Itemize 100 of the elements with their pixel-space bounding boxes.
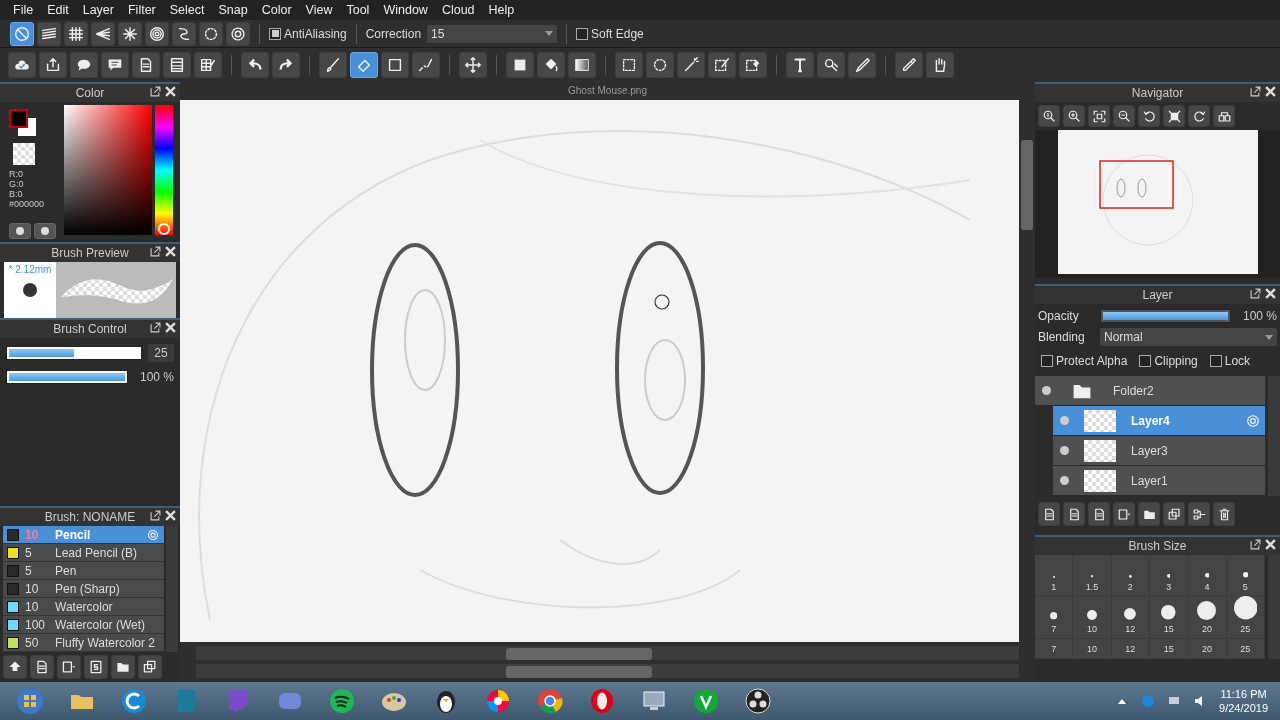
menu-item[interactable]: Edit bbox=[40, 0, 76, 20]
size-label: 15 bbox=[1163, 642, 1174, 656]
rgb-value: B:0 bbox=[8, 189, 24, 199]
clock-date[interactable]: 9/24/2019 bbox=[1219, 701, 1268, 715]
brush-size-cell[interactable]: 3 bbox=[1150, 555, 1189, 597]
size-label: 25 bbox=[1240, 642, 1251, 656]
size-label: 10 bbox=[1087, 642, 1097, 656]
brush-size: 10 bbox=[25, 580, 40, 598]
size-label: 15 bbox=[1163, 622, 1174, 636]
menu-item[interactable]: Window bbox=[376, 0, 435, 20]
field-label: Opacity bbox=[1038, 308, 1080, 325]
brush-size-cell[interactable]: 1 bbox=[1035, 555, 1074, 597]
correction-dropdown[interactable]: 15 bbox=[427, 24, 558, 43]
brush-size-cell[interactable]: 10 bbox=[1073, 597, 1112, 639]
checkbox-label: Lock bbox=[1224, 353, 1251, 370]
rgb-value: R:0 bbox=[8, 169, 24, 179]
brush-size-cell[interactable]: 5 bbox=[1226, 555, 1265, 597]
panel-title: Navigator bbox=[1131, 85, 1184, 102]
field-label: Correction bbox=[365, 25, 422, 43]
layer-name: Layer3 bbox=[1131, 442, 1169, 460]
panel-title: Brush Size bbox=[1128, 538, 1187, 555]
layer-row[interactable]: Layer1 bbox=[1053, 466, 1265, 496]
size-label: 12 bbox=[1125, 642, 1136, 656]
menu-item[interactable]: View bbox=[298, 0, 340, 20]
brush-name: Lead Pencil (B) bbox=[55, 544, 139, 562]
brush-size-text: * 2.12mm bbox=[8, 263, 52, 277]
menu-item[interactable]: Color bbox=[254, 0, 299, 20]
size-label: 25 bbox=[1240, 622, 1251, 636]
brush-size-cell[interactable]: 4 bbox=[1188, 555, 1227, 597]
panel-title: Brush Control bbox=[53, 321, 127, 338]
brush-size: 5 bbox=[25, 544, 33, 562]
brush-item[interactable]: 5 Lead Pencil (B) bbox=[3, 544, 164, 562]
size-label: 1 bbox=[1051, 580, 1057, 594]
size-label: 20 bbox=[1201, 622, 1212, 636]
field-label: Blending bbox=[1038, 329, 1086, 346]
size-label: 5 bbox=[1242, 580, 1248, 594]
menu-item[interactable]: Tool bbox=[339, 0, 377, 20]
brush-size: 10 bbox=[25, 598, 40, 616]
document-tab[interactable]: Ghost Mouse.png bbox=[180, 82, 1035, 100]
brush-item[interactable]: 100 Watercolor (Wet) bbox=[3, 616, 164, 634]
brush-size-cell[interactable]: 15 bbox=[1150, 639, 1189, 659]
brush-size-cell[interactable]: 7 bbox=[1035, 597, 1074, 639]
brush-size-cell[interactable]: 2 bbox=[1111, 555, 1150, 597]
blending-dropdown[interactable]: Normal bbox=[1100, 328, 1277, 346]
brush-size: 10 bbox=[25, 526, 40, 544]
size-label: 20 bbox=[1201, 642, 1212, 656]
brush-size: 5 bbox=[25, 562, 33, 580]
clock-time[interactable]: 11:16 PM bbox=[1219, 687, 1268, 701]
brush-name: Pen (Sharp) bbox=[55, 580, 121, 598]
rgb-value: G:0 bbox=[8, 179, 25, 189]
brush-size-cell[interactable]: 12 bbox=[1111, 597, 1150, 639]
brush-item[interactable]: 10 Watercolor bbox=[3, 598, 164, 616]
hex-value: #000000 bbox=[8, 199, 46, 209]
size-label: 7 bbox=[1051, 622, 1057, 636]
brush-size-cell[interactable]: 15 bbox=[1150, 597, 1189, 639]
slider-value: 100 % bbox=[1241, 308, 1277, 325]
brush-size-cell[interactable]: 7 bbox=[1035, 639, 1074, 659]
brush-item[interactable]: 50 Fluffy Watercolor 2 bbox=[3, 634, 164, 652]
brush-name: Pencil bbox=[55, 526, 92, 544]
panel-title: Color bbox=[75, 85, 105, 102]
brush-size-cell[interactable]: 10 bbox=[1073, 639, 1112, 659]
brush-size: 50 bbox=[25, 634, 40, 652]
checkbox-label: AntiAliasing bbox=[284, 25, 347, 43]
checkbox-label: Clipping bbox=[1154, 353, 1198, 370]
menu-item[interactable]: Help bbox=[481, 0, 522, 20]
brush-item[interactable]: 5 Pen bbox=[3, 562, 164, 580]
size-label: 7 bbox=[1051, 642, 1057, 656]
layer-name: Folder2 bbox=[1113, 382, 1155, 400]
brush-size-cell[interactable]: 20 bbox=[1188, 639, 1227, 659]
size-label: 3 bbox=[1166, 580, 1172, 594]
brush-name: Fluffy Watercolor 2 bbox=[55, 634, 157, 652]
panel-title: Brush Preview bbox=[51, 245, 129, 262]
size-label: 1.5 bbox=[1085, 580, 1099, 594]
slider-value: 25 bbox=[148, 344, 174, 362]
brush-size-cell[interactable]: 25 bbox=[1226, 639, 1265, 659]
size-label: 12 bbox=[1125, 622, 1136, 636]
brush-name: Pen bbox=[55, 562, 78, 580]
menu-item[interactable]: Cloud bbox=[434, 0, 482, 20]
layer-name: Layer1 bbox=[1131, 472, 1169, 490]
brush-size-cell[interactable]: 25 bbox=[1226, 597, 1265, 639]
brush-size-cell[interactable]: 12 bbox=[1111, 639, 1150, 659]
size-label: 10 bbox=[1087, 622, 1097, 636]
brush-item[interactable]: 10 Pen (Sharp) bbox=[3, 580, 164, 598]
layer-name: Layer4 bbox=[1131, 412, 1171, 430]
menu-item[interactable]: Select bbox=[162, 0, 212, 20]
brush-name: Watercolor bbox=[55, 598, 114, 616]
menu-item[interactable]: Layer bbox=[75, 0, 121, 20]
checkbox-label: Soft Edge bbox=[591, 25, 644, 43]
size-label: 4 bbox=[1204, 580, 1210, 594]
brush-size-cell[interactable]: 1.5 bbox=[1073, 555, 1112, 597]
folder-row[interactable]: Folder2 bbox=[1035, 376, 1265, 406]
panel-title: Brush: NONAME bbox=[44, 509, 136, 526]
layer-row[interactable]: Layer3 bbox=[1053, 436, 1265, 466]
menu-item[interactable]: Snap bbox=[211, 0, 255, 20]
brush-size-cell[interactable]: 20 bbox=[1188, 597, 1227, 639]
panel-title: Layer bbox=[1142, 287, 1173, 304]
brush-name: Watercolor (Wet) bbox=[55, 616, 146, 634]
checkbox-label: Protect Alpha bbox=[1056, 353, 1128, 370]
menu-item[interactable]: File bbox=[6, 0, 41, 20]
menu-item[interactable]: Filter bbox=[121, 0, 163, 20]
